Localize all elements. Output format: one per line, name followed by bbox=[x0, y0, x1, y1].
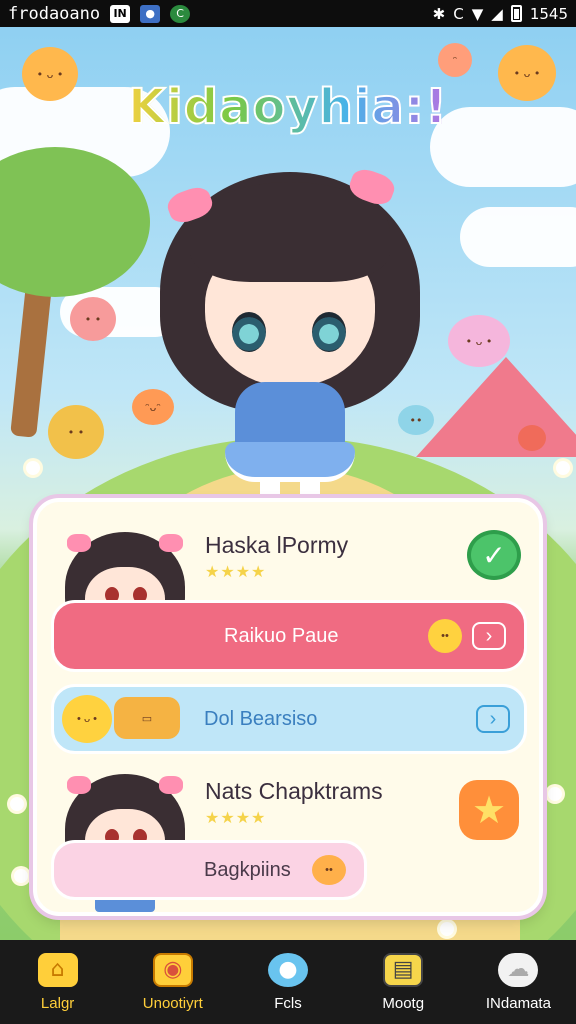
flower bbox=[440, 922, 454, 936]
app-title: Kidaoyhia:! bbox=[0, 78, 576, 136]
character-skirt bbox=[225, 442, 355, 482]
cloud-icon: ☁ bbox=[498, 952, 539, 987]
card-title: Haska lPormy bbox=[205, 532, 349, 558]
cloud bbox=[460, 207, 576, 267]
flower bbox=[556, 461, 570, 475]
nav-label: Unootiyrt bbox=[142, 994, 203, 1012]
hair-bow-icon bbox=[67, 534, 91, 552]
flower bbox=[26, 461, 40, 475]
star-critter-icon: • ᴗ • bbox=[62, 695, 112, 743]
clock: 1545 bbox=[529, 4, 568, 23]
hair-bow-icon bbox=[67, 776, 91, 794]
nav-item-photos[interactable]: ◉ Unootiyrt bbox=[115, 940, 230, 1024]
battery-icon bbox=[510, 5, 522, 22]
tent bbox=[416, 357, 576, 457]
nav-item-cloud[interactable]: ☁ INdamata bbox=[461, 940, 576, 1024]
costume-button[interactable]: ▭ • ᴗ • Dol Bearsiso › bbox=[51, 684, 527, 754]
hair-bow-icon bbox=[159, 534, 183, 552]
status-icons: ✱ C ▼ ◢ 1545 bbox=[433, 5, 568, 23]
pink-critter-icon: • • bbox=[70, 297, 116, 341]
button-label: Dol Bearsiso bbox=[204, 707, 318, 730]
character-eye bbox=[232, 312, 266, 352]
home-icon: ⌂ bbox=[37, 952, 78, 987]
yellow-critter-icon: •• bbox=[428, 619, 462, 653]
rating-stars: ★★★★ bbox=[205, 562, 267, 581]
notification-app-icon-2: ● bbox=[140, 4, 161, 23]
yellow-critter-icon: • • bbox=[48, 405, 104, 459]
nav-label: Lalgr bbox=[40, 994, 75, 1012]
backpack-button[interactable]: Bagkpiins •• bbox=[51, 840, 367, 900]
basket-icon: ▭ bbox=[114, 697, 180, 739]
main-character[interactable] bbox=[150, 142, 430, 527]
check-icon[interactable]: ✓ bbox=[467, 530, 521, 580]
chevron-right-icon: › bbox=[476, 705, 510, 733]
button-label: Raikuo Paue bbox=[224, 624, 339, 647]
jelly-critter-icon: • ᴗ • bbox=[448, 315, 510, 367]
nav-item-book[interactable]: ▤ Mootg bbox=[346, 940, 461, 1024]
nav-label: Fcls bbox=[274, 994, 302, 1012]
carrier-name: frodaoano bbox=[8, 3, 101, 24]
signal-icon: ◢ bbox=[491, 4, 503, 23]
character-select-panel: Haska lPormy ★★★★ ✓ Raikuo Paue •• › ▭ •… bbox=[33, 498, 543, 916]
character-eye bbox=[312, 312, 346, 352]
nav-label: Mootg bbox=[382, 994, 425, 1012]
flower bbox=[548, 787, 562, 801]
flower bbox=[10, 797, 24, 811]
red-flower-icon bbox=[518, 425, 546, 451]
star-icon[interactable]: ★ bbox=[459, 780, 519, 840]
select-character-button[interactable]: Raikuo Paue •• › bbox=[51, 600, 527, 672]
status-bar: frodaoano IN ● C ✱ C ▼ ◢ 1545 bbox=[0, 0, 576, 27]
button-label: Bagkpiins bbox=[204, 858, 291, 881]
nav-label: INdamata bbox=[485, 994, 551, 1012]
rating-stars: ★★★★ bbox=[205, 808, 267, 827]
flower bbox=[14, 869, 28, 883]
nav-item-chat[interactable]: ● Fcls bbox=[230, 940, 345, 1024]
nav-item-home[interactable]: ⌂ Lalgr bbox=[0, 940, 115, 1024]
orange-critter-icon: •• bbox=[312, 855, 346, 885]
notification-app-icon-3: C bbox=[170, 4, 191, 23]
notification-app-icon: IN bbox=[110, 4, 131, 23]
wifi-icon: ▼ bbox=[471, 4, 484, 23]
chevron-right-icon: › bbox=[472, 622, 506, 650]
sync-icon: C bbox=[453, 4, 464, 23]
card-title: Nats Chapktrams bbox=[205, 778, 383, 804]
book-icon: ▤ bbox=[383, 952, 424, 987]
hair-bow-icon bbox=[159, 776, 183, 794]
photo-icon: ◉ bbox=[152, 952, 193, 987]
bluetooth-icon: ✱ bbox=[432, 4, 446, 23]
sun-critter-icon: ᵔ bbox=[438, 43, 472, 77]
bottom-nav: ⌂ Lalgr ◉ Unootiyrt ● Fcls ▤ Mootg ☁ INd… bbox=[0, 940, 576, 1024]
chat-bubble-icon: ● bbox=[268, 952, 308, 987]
